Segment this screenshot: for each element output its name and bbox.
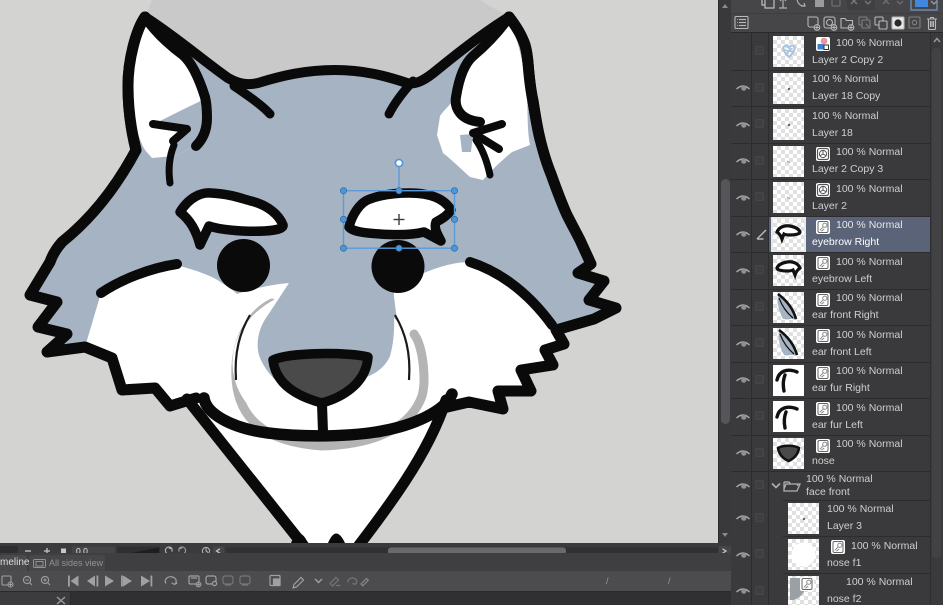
svg-text:/: / bbox=[606, 576, 609, 586]
svg-text:/: / bbox=[668, 576, 671, 586]
